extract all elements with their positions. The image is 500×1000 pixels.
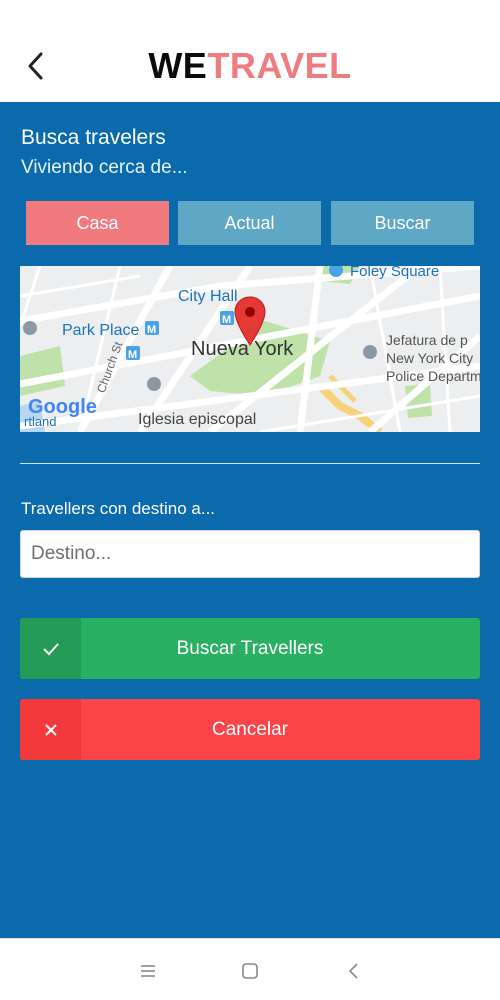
location-map[interactable]: M M M Foley Square City Hall Park Place … <box>20 266 480 432</box>
page-title: Busca travelers <box>21 126 166 149</box>
close-icon-box <box>20 699 81 760</box>
map-label-jefatura-1: Jefatura de p <box>386 332 468 348</box>
chevron-left-icon <box>348 963 358 979</box>
check-icon <box>42 642 59 655</box>
map-label-foley: Foley Square <box>350 266 440 280</box>
map-label-jefatura-3: Police Departm <box>386 368 480 384</box>
nav-back-button[interactable] <box>342 959 366 983</box>
svg-text:M: M <box>128 349 137 361</box>
search-travellers-label: Buscar Travellers <box>176 637 324 659</box>
destination-label: Travellers con destino a... <box>21 499 216 518</box>
svg-text:M: M <box>222 314 231 326</box>
segment-casa-button[interactable]: Casa <box>26 201 169 245</box>
main-panel: Busca travelers Viviendo cerca de... Cas… <box>0 102 500 938</box>
section-divider <box>20 463 480 464</box>
close-icon <box>44 723 57 736</box>
menu-icon <box>141 965 155 977</box>
map-label-parkplace: Park Place <box>62 322 140 339</box>
google-logo: Google <box>28 396 97 418</box>
app-header: WETRAVEL <box>0 0 500 102</box>
search-travellers-button[interactable]: Buscar Travellers <box>20 618 480 679</box>
nav-home-button[interactable] <box>238 959 262 983</box>
page-subtitle: Viviendo cerca de... <box>21 157 188 178</box>
nav-menu-button[interactable] <box>136 959 160 983</box>
app-logo: WETRAVEL <box>0 46 500 86</box>
cancel-label: Cancelar <box>211 718 289 740</box>
logo-travel: TRAVEL <box>207 45 352 86</box>
svg-text:M: M <box>147 324 156 336</box>
logo-we: WE <box>148 45 208 86</box>
map-label-cityhall: City Hall <box>178 288 238 305</box>
map-label-jefatura-2: New York City <box>386 350 474 366</box>
square-icon <box>242 963 258 979</box>
segment-buscar-button[interactable]: Buscar <box>331 201 474 245</box>
segment-actual-button[interactable]: Actual <box>178 201 321 245</box>
map-label-iglesia: Iglesia episcopal <box>138 411 257 428</box>
destination-input[interactable] <box>20 530 480 578</box>
map-label-city: Nueva York <box>191 338 294 360</box>
check-icon-box <box>20 618 81 679</box>
system-nav-bar <box>0 938 500 1000</box>
cancel-button[interactable]: Cancelar <box>20 699 480 760</box>
